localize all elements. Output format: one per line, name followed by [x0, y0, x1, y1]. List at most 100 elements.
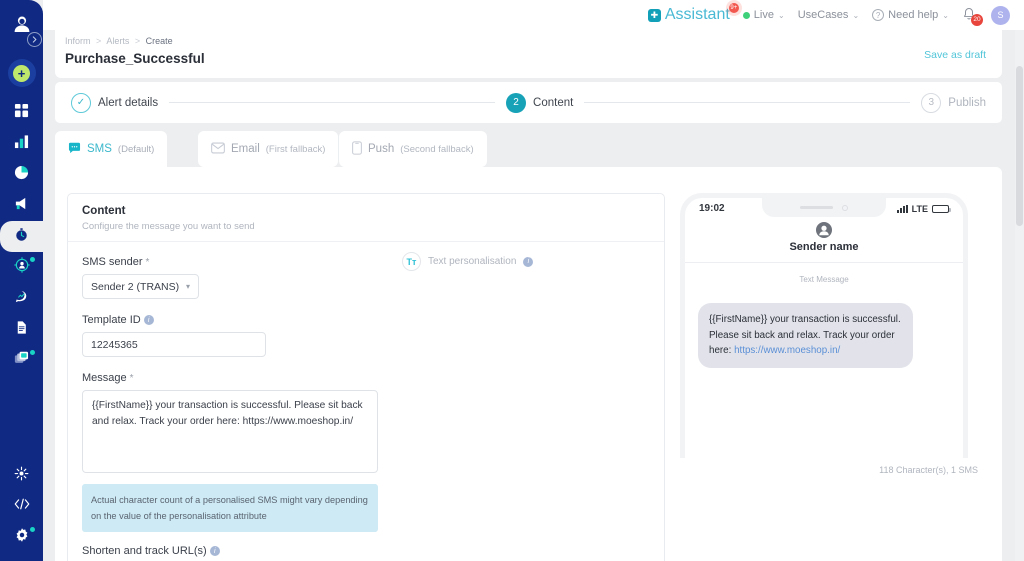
sms-preview: 19:02 LTE Sender name Text Message {{Fir…	[680, 193, 990, 475]
chevron-down-icon: ▾	[185, 282, 190, 291]
plus-circle-icon: +	[13, 64, 30, 82]
sidebar-item-apps[interactable]	[0, 345, 43, 376]
preview-bubble-link[interactable]: https://www.moeshop.in/	[734, 345, 840, 356]
sidebar-item-developer[interactable]	[0, 491, 43, 522]
sparkle-icon	[14, 466, 29, 486]
need-help-label: Need help	[888, 9, 939, 21]
required-asterisk: *	[145, 256, 150, 268]
gear-icon	[14, 527, 30, 548]
sidebar-bottom-items	[0, 460, 43, 553]
step-2-number: 2	[506, 92, 527, 113]
page-scrollbar-thumb[interactable]	[1016, 66, 1023, 226]
step-1-label: Alert details	[98, 96, 159, 109]
email-icon	[211, 142, 225, 157]
save-as-draft-button[interactable]: Save as draft	[924, 49, 986, 61]
text-personalisation-button[interactable]: Tᴛ Text personalisation i	[402, 252, 534, 271]
step-content[interactable]: 2 Content	[506, 92, 574, 113]
sender-avatar-icon	[816, 222, 832, 238]
content-form-subtitle: Configure the message you want to send	[82, 221, 255, 232]
bar-chart-icon	[14, 134, 29, 154]
chevron-down-icon: ⌄	[942, 10, 949, 20]
sidebar-item-campaigns[interactable]	[0, 190, 43, 221]
sidebar-item-engage[interactable]	[0, 283, 43, 314]
tab-push-sublabel: (Second fallback)	[400, 143, 474, 155]
template-id-label: Template ID i	[82, 314, 650, 326]
live-status-dropdown[interactable]: Live ⌄	[742, 9, 785, 21]
top-bar: ✚ Assistant 9+ Live ⌄ UseCases ⌄ ? Need …	[43, 0, 1024, 30]
notification-dot	[30, 527, 35, 532]
user-avatar[interactable]: S	[991, 5, 1010, 25]
alert-clock-icon	[14, 227, 29, 247]
wizard-stepper: ✓ Alert details 2 Content 3 Publish	[55, 82, 1002, 123]
sidebar-item-dashboard[interactable]	[0, 97, 43, 128]
sidebar-item-settings[interactable]	[0, 522, 43, 553]
message-label: Message *	[82, 372, 650, 384]
content-form-body: SMS sender * Sender 2 (TRANS) ▾ Template…	[68, 242, 664, 561]
sidebar-item-add[interactable]: +	[7, 59, 36, 87]
shorten-urls-label: Shorten and track URL(s) i	[82, 545, 650, 557]
preview-message-bubble: {{FirstName}} your transaction is succes…	[698, 303, 913, 369]
assistant-badge: 9+	[728, 3, 739, 13]
character-count-notice: Actual character count of a personalised…	[82, 484, 378, 533]
code-icon	[14, 497, 30, 516]
sidebar-item-documents[interactable]	[0, 314, 43, 345]
tab-sms[interactable]: SMS (Default)	[55, 131, 168, 167]
content-form-card: Content Configure the message you want t…	[67, 193, 665, 561]
assistant-label: Assistant	[664, 6, 730, 23]
pie-chart-icon	[14, 165, 29, 185]
left-navigation-rail: +	[0, 0, 43, 561]
usecases-label: UseCases	[797, 9, 849, 21]
live-label: Live	[753, 9, 774, 21]
network-label: LTE	[911, 203, 928, 214]
phone-status-right: LTE	[896, 203, 951, 214]
sms-sender-select[interactable]: Sender 2 (TRANS) ▾	[82, 274, 199, 299]
phone-time: 19:02	[699, 203, 725, 214]
sms-sender-label: SMS sender *	[82, 256, 650, 268]
need-help-dropdown[interactable]: ? Need help ⌄	[872, 9, 949, 21]
phone-camera-icon	[842, 204, 848, 211]
main-panel: Content Configure the message you want t…	[55, 167, 1002, 561]
step-2-label: Content	[533, 96, 574, 109]
breadcrumb: Inform > Alerts > Create	[65, 36, 986, 46]
preview-sender-name: Sender name	[789, 241, 859, 253]
chat-analytics-icon	[14, 289, 29, 309]
tab-push[interactable]: Push (Second fallback)	[339, 131, 487, 167]
template-id-input[interactable]: 12245365	[82, 332, 266, 357]
app-root: + ✚ Assistant 9+ Live ⌄ UseCases ⌄ ? Nee…	[0, 0, 1024, 561]
channel-tabs: SMS (Default) Email (First fallback) Pus…	[55, 131, 1002, 167]
target-user-icon	[13, 257, 30, 278]
sidebar-item-reports[interactable]	[0, 159, 43, 190]
assistant-button[interactable]: ✚ Assistant 9+	[647, 3, 739, 24]
step-publish[interactable]: 3 Publish	[921, 92, 986, 113]
notifications-button[interactable]: 20	[962, 7, 983, 26]
notification-dot	[30, 257, 35, 262]
live-status-dot	[742, 11, 750, 19]
breadcrumb-item-inform[interactable]: Inform	[65, 36, 91, 46]
megaphone-icon	[14, 196, 29, 216]
page-header: Inform > Alerts > Create Purchase_Succes…	[55, 30, 1002, 78]
sidebar-item-inform[interactable]	[0, 221, 43, 252]
sidebar-item-analytics[interactable]	[0, 128, 43, 159]
info-icon[interactable]: i	[209, 546, 220, 557]
message-textarea[interactable]: {{FirstName}} your transaction is succes…	[82, 390, 378, 473]
info-icon[interactable]: i	[523, 256, 534, 267]
info-icon[interactable]: i	[143, 315, 154, 325]
tab-push-label: Push	[368, 143, 395, 155]
template-id-label-text: Template ID	[82, 314, 141, 326]
layers-icon	[14, 350, 30, 371]
tab-email[interactable]: Email (First fallback)	[198, 131, 339, 167]
step-3-label: Publish	[948, 96, 986, 109]
assistant-icon: ✚	[647, 8, 661, 22]
usecases-dropdown[interactable]: UseCases ⌄	[798, 9, 859, 21]
preview-sender-block: Sender name	[685, 214, 963, 263]
step-alert-details[interactable]: ✓ Alert details	[71, 92, 159, 113]
breadcrumb-item-alerts[interactable]: Alerts	[106, 36, 129, 46]
sidebar-item-magic[interactable]	[0, 460, 43, 491]
sms-sender-label-text: SMS sender	[82, 256, 143, 268]
template-id-value: 12245365	[91, 338, 138, 351]
phone-mockup: 19:02 LTE Sender name Text Message {{Fir…	[680, 193, 968, 458]
page-scrollbar-track[interactable]	[1015, 30, 1024, 561]
sidebar-item-audience[interactable]	[0, 252, 43, 283]
collapse-sidebar-button[interactable]	[27, 32, 42, 47]
text-personalisation-label: Text personalisation	[428, 256, 517, 267]
